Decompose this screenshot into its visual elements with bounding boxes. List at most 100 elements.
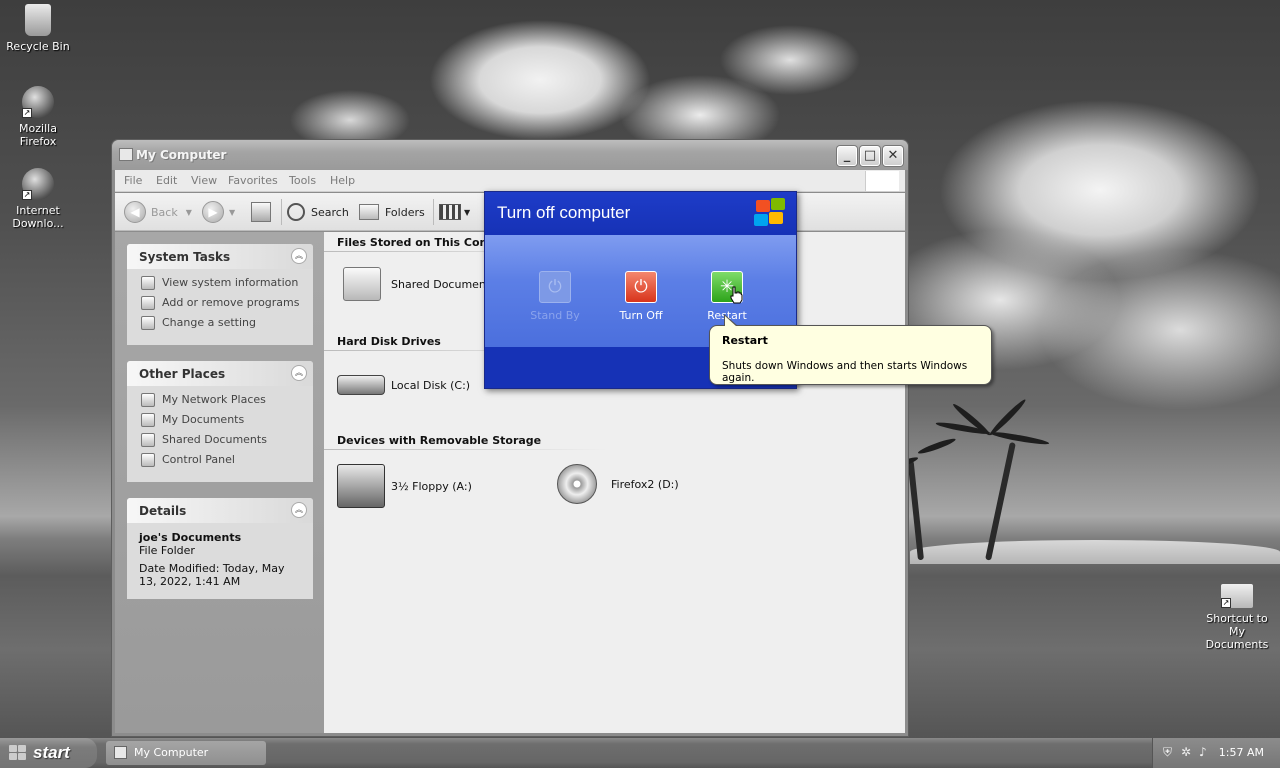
folder-icon [141, 433, 155, 447]
recycle-bin-icon [25, 4, 51, 36]
tooltip-body: Shuts down Windows and then starts Windo… [722, 360, 968, 384]
turn-off-button[interactable]: ⏻ Turn Off [611, 271, 671, 322]
power-icon: ⏻ [625, 271, 657, 303]
menu-view[interactable]: View [191, 174, 217, 187]
collapse-chevron-icon[interactable]: ︽ [291, 502, 307, 518]
island-decoration [910, 540, 1280, 564]
details-date-modified: Date Modified: Today, May 13, 2022, 1:41… [139, 562, 285, 588]
windows-flag-icon [754, 198, 786, 228]
computer-icon [119, 148, 133, 161]
start-button[interactable]: start [0, 738, 97, 768]
menu-tools[interactable]: Tools [289, 174, 316, 187]
security-shield-icon[interactable]: ⛨ [1163, 746, 1176, 759]
details-item-name: joe's Documents [139, 531, 242, 544]
other-places-box: Other Places ︽ My Network Places My Docu… [127, 361, 313, 482]
views-button[interactable]: ▼ [439, 201, 470, 223]
task-pane: System Tasks ︽ View system information A… [115, 232, 324, 733]
details-header[interactable]: Details ︽ [127, 498, 313, 523]
shared-documents-item[interactable]: Shared Documents [337, 267, 496, 301]
my-network-places-link[interactable]: My Network Places [127, 391, 313, 411]
up-folder-icon [251, 202, 271, 222]
details-item-type: File Folder [139, 544, 195, 557]
chevron-down-icon: ▼ [464, 207, 471, 217]
my-documents-link[interactable]: My Documents [127, 411, 313, 431]
group-header-files-stored: Files Stored on This Compu [337, 236, 507, 249]
tooltip-title: Restart [722, 334, 768, 347]
menu-favorites[interactable]: Favorites [228, 174, 278, 187]
cd-drive-icon [557, 464, 597, 504]
menu-edit[interactable]: Edit [156, 174, 177, 187]
control-panel-link[interactable]: Control Panel [127, 451, 313, 471]
collapse-chevron-icon[interactable]: ︽ [291, 248, 307, 264]
shortcut-arrow-icon: ↗ [22, 108, 32, 118]
hand-cursor-icon [730, 286, 743, 304]
search-button[interactable]: Search [287, 201, 349, 223]
folder-icon: ↗ [1221, 584, 1253, 608]
restart-tooltip: Restart Shuts down Windows and then star… [709, 314, 992, 385]
back-button[interactable]: ◀ Back ▼ [124, 201, 192, 223]
palm-tree-decoration [907, 460, 924, 561]
other-places-header[interactable]: Other Places ︽ [127, 361, 313, 386]
shared-documents-link[interactable]: Shared Documents [127, 431, 313, 451]
stand-by-button[interactable]: ⏻ Stand By [525, 271, 585, 322]
dialog-header: Turn off computer [485, 192, 796, 235]
system-tasks-box: System Tasks ︽ View system information A… [127, 244, 313, 345]
forward-button[interactable]: ▶ ▼ [202, 201, 235, 223]
my-documents-shortcut-desktop-icon[interactable]: ↗ Shortcut to My Documents [1198, 578, 1276, 651]
window-titlebar[interactable]: My Computer _ □ ✕ [112, 140, 908, 170]
network-places-icon [141, 393, 155, 407]
views-icon [439, 204, 461, 220]
shortcut-arrow-icon: ↗ [1221, 598, 1231, 608]
firefox-icon: ↗ [22, 86, 54, 118]
firefox-desktop-icon[interactable]: ↗ Mozilla Firefox [0, 86, 76, 148]
view-system-information-link[interactable]: View system information [127, 274, 313, 294]
control-panel-icon [141, 453, 155, 467]
floppy-drive-icon [337, 464, 385, 508]
taskbar-item-my-computer[interactable]: My Computer [106, 741, 266, 765]
download-manager-icon: ↗ [22, 168, 54, 200]
add-remove-programs-icon [141, 296, 155, 310]
system-tasks-header[interactable]: System Tasks ︽ [127, 244, 313, 269]
back-arrow-icon: ◀ [124, 201, 146, 223]
my-documents-icon [141, 413, 155, 427]
minimize-button[interactable]: _ [837, 146, 857, 166]
window-title: My Computer [136, 148, 227, 162]
folder-icon [343, 267, 381, 301]
group-header-hard-disk-drives: Hard Disk Drives [337, 335, 441, 348]
menu-file[interactable]: File [124, 174, 142, 187]
firefox2-d-item[interactable]: Firefox2 (D:) [557, 464, 679, 504]
floppy-a-item[interactable]: 3½ Floppy (A:) [337, 464, 472, 508]
system-info-icon [141, 276, 155, 290]
internet-download-desktop-icon[interactable]: ↗ Internet Downlo... [0, 168, 76, 230]
up-folder-button[interactable] [251, 201, 271, 223]
clock[interactable]: 1:57 AM [1219, 746, 1264, 759]
computer-icon [114, 746, 127, 759]
folders-button[interactable]: Folders [359, 201, 425, 223]
stand-by-icon: ⏻ [539, 271, 571, 303]
volume-icon[interactable]: ♪ [1199, 746, 1212, 759]
collapse-chevron-icon[interactable]: ︽ [291, 365, 307, 381]
system-tray: ⛨ ✲ ♪ 1:57 AM [1152, 738, 1280, 768]
maximize-button[interactable]: □ [860, 146, 880, 166]
menu-help[interactable]: Help [330, 174, 355, 187]
windows-logo-icon [865, 171, 899, 191]
forward-arrow-icon: ▶ [202, 201, 224, 223]
taskbar: start My Computer ⛨ ✲ ♪ 1:57 AM [0, 738, 1280, 768]
dialog-title: Turn off computer [497, 203, 631, 222]
details-box: Details ︽ joe's Documents File Folder Da… [127, 498, 313, 599]
group-header-removable-storage: Devices with Removable Storage [337, 434, 542, 447]
network-icon[interactable]: ✲ [1181, 746, 1194, 759]
shortcut-arrow-icon: ↗ [22, 190, 32, 200]
menu-bar: File Edit View Favorites Tools Help [115, 170, 905, 192]
change-setting-link[interactable]: Change a setting [127, 314, 313, 334]
chevron-down-icon: ▼ [185, 207, 192, 217]
close-button[interactable]: ✕ [883, 146, 903, 166]
recycle-bin-desktop-icon[interactable]: Recycle Bin [0, 4, 76, 53]
add-remove-programs-link[interactable]: Add or remove programs [127, 294, 313, 314]
hard-disk-icon [337, 375, 385, 395]
local-disk-c-item[interactable]: Local Disk (C:) [337, 375, 470, 395]
control-panel-icon [141, 316, 155, 330]
windows-logo-icon [9, 745, 27, 761]
chevron-down-icon: ▼ [229, 207, 236, 217]
search-icon [287, 203, 305, 221]
